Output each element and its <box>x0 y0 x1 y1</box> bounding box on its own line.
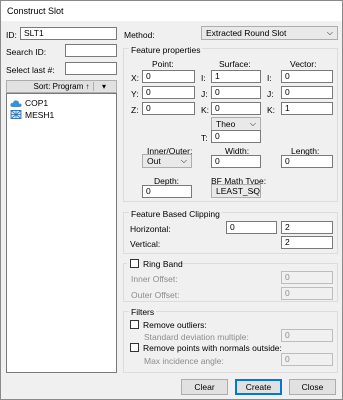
surface-i-input[interactable]: 1 <box>211 70 261 83</box>
horizontal-label: Horizontal: <box>130 224 171 234</box>
vector-j-label: J: <box>267 89 274 99</box>
filters-title: Filters <box>129 307 157 317</box>
surface-i-label: I: <box>201 73 206 83</box>
width-input[interactable]: 0 <box>211 155 261 168</box>
ring-band-label: Ring Band <box>143 259 183 269</box>
surface-k-input[interactable]: 0 <box>211 102 261 115</box>
chevron-down-icon: ⌵ <box>249 186 256 195</box>
bf-math-type-select[interactable]: LEAST_SQI ⌵ <box>211 184 261 198</box>
remove-outliers-checkbox[interactable] <box>130 320 139 329</box>
window-title: Construct Slot <box>7 6 64 16</box>
length-input[interactable]: 0 <box>281 155 333 168</box>
mesh-icon <box>10 110 22 119</box>
horizontal-input-1[interactable]: 0 <box>226 221 277 234</box>
t-input[interactable]: 0 <box>211 130 261 143</box>
chevron-down-icon: ⌵ <box>249 119 256 128</box>
list-item-label: MESH1 <box>25 110 55 120</box>
vertical-input[interactable]: 2 <box>281 236 333 249</box>
construct-slot-dialog: Construct Slot ID: SLT1 Search ID: Selec… <box>0 0 343 400</box>
feature-properties-title: Feature properties <box>129 45 203 55</box>
point-header: Point: <box>152 59 174 69</box>
method-value: Extracted Round Slot <box>206 28 287 38</box>
feature-list[interactable]: COP1 MESH1 <box>6 93 117 373</box>
clear-button[interactable]: Clear <box>181 379 228 395</box>
vector-i-input[interactable]: 0 <box>281 70 333 83</box>
max-angle-label: Max incidence angle: <box>144 356 224 366</box>
surface-j-label: J: <box>201 89 208 99</box>
remove-normals-label: Remove points with normals outside: <box>143 343 282 353</box>
id-label: ID: <box>6 30 17 40</box>
sort-program-button[interactable]: Sort: Program ↑ ▾ <box>6 80 117 93</box>
select-last-label: Select last #: <box>6 65 55 75</box>
remove-outliers-label: Remove outliers: <box>143 320 207 330</box>
max-angle-input[interactable]: 0 <box>281 353 333 366</box>
method-label: Method: <box>124 30 155 40</box>
id-input[interactable]: SLT1 <box>20 27 117 40</box>
point-z-input[interactable]: 0 <box>142 102 195 115</box>
search-id-input[interactable] <box>65 44 117 57</box>
t-label: T: <box>201 133 208 143</box>
search-id-label: Search ID: <box>6 47 47 57</box>
point-z-label: Z: <box>131 105 139 115</box>
chevron-down-icon: ⌵ <box>180 156 187 165</box>
std-dev-label: Standard deviation multiple: <box>144 332 249 342</box>
list-item-label: COP1 <box>25 98 49 108</box>
surface-header: Surface: <box>219 59 251 69</box>
vertical-label: Vertical: <box>130 239 161 249</box>
point-y-input[interactable]: 0 <box>142 86 195 99</box>
surface-k-label: K: <box>201 105 210 115</box>
point-x-input[interactable]: 0 <box>142 70 195 83</box>
sort-label: Sort: Program ↑ <box>33 82 90 91</box>
cloud-icon <box>10 100 22 107</box>
vector-i-label: I: <box>267 73 272 83</box>
std-dev-input[interactable]: 0 <box>281 329 333 342</box>
vector-k-label: K: <box>267 105 276 115</box>
ring-band-checkbox[interactable] <box>130 259 139 268</box>
point-x-label: X: <box>131 73 140 83</box>
close-button[interactable]: Close <box>289 379 336 395</box>
horizontal-input-2[interactable]: 2 <box>281 221 333 234</box>
outer-offset-input[interactable]: 0 <box>281 287 333 300</box>
inner-offset-label: Inner Offset: <box>131 274 178 284</box>
theo-select[interactable]: Theo ⌵ <box>211 117 261 131</box>
vector-j-input[interactable]: 0 <box>281 86 333 99</box>
method-select[interactable]: Extracted Round Slot ⌵ <box>201 26 338 40</box>
chevron-down-icon[interactable]: ▾ <box>102 81 106 92</box>
inner-outer-select[interactable]: Out ⌵ <box>142 154 192 168</box>
surface-j-input[interactable]: 0 <box>211 86 261 99</box>
vector-k-input[interactable]: 1 <box>281 102 333 115</box>
inner-outer-value: Out <box>147 156 161 166</box>
create-button[interactable]: Create <box>235 379 282 395</box>
inner-offset-input[interactable]: 0 <box>281 271 333 284</box>
title-bar: Construct Slot <box>1 1 342 21</box>
theo-value: Theo <box>216 119 236 129</box>
chevron-down-icon: ⌵ <box>326 28 333 37</box>
select-last-input[interactable] <box>65 62 117 75</box>
outer-offset-label: Outer Offset: <box>131 290 180 300</box>
sort-separator <box>93 82 94 91</box>
clipping-title: Feature Based Clipping <box>129 209 222 219</box>
depth-input[interactable]: 0 <box>142 185 192 198</box>
point-y-label: Y: <box>131 89 139 99</box>
vector-header: Vector: <box>290 59 317 69</box>
remove-normals-checkbox[interactable] <box>130 343 139 352</box>
